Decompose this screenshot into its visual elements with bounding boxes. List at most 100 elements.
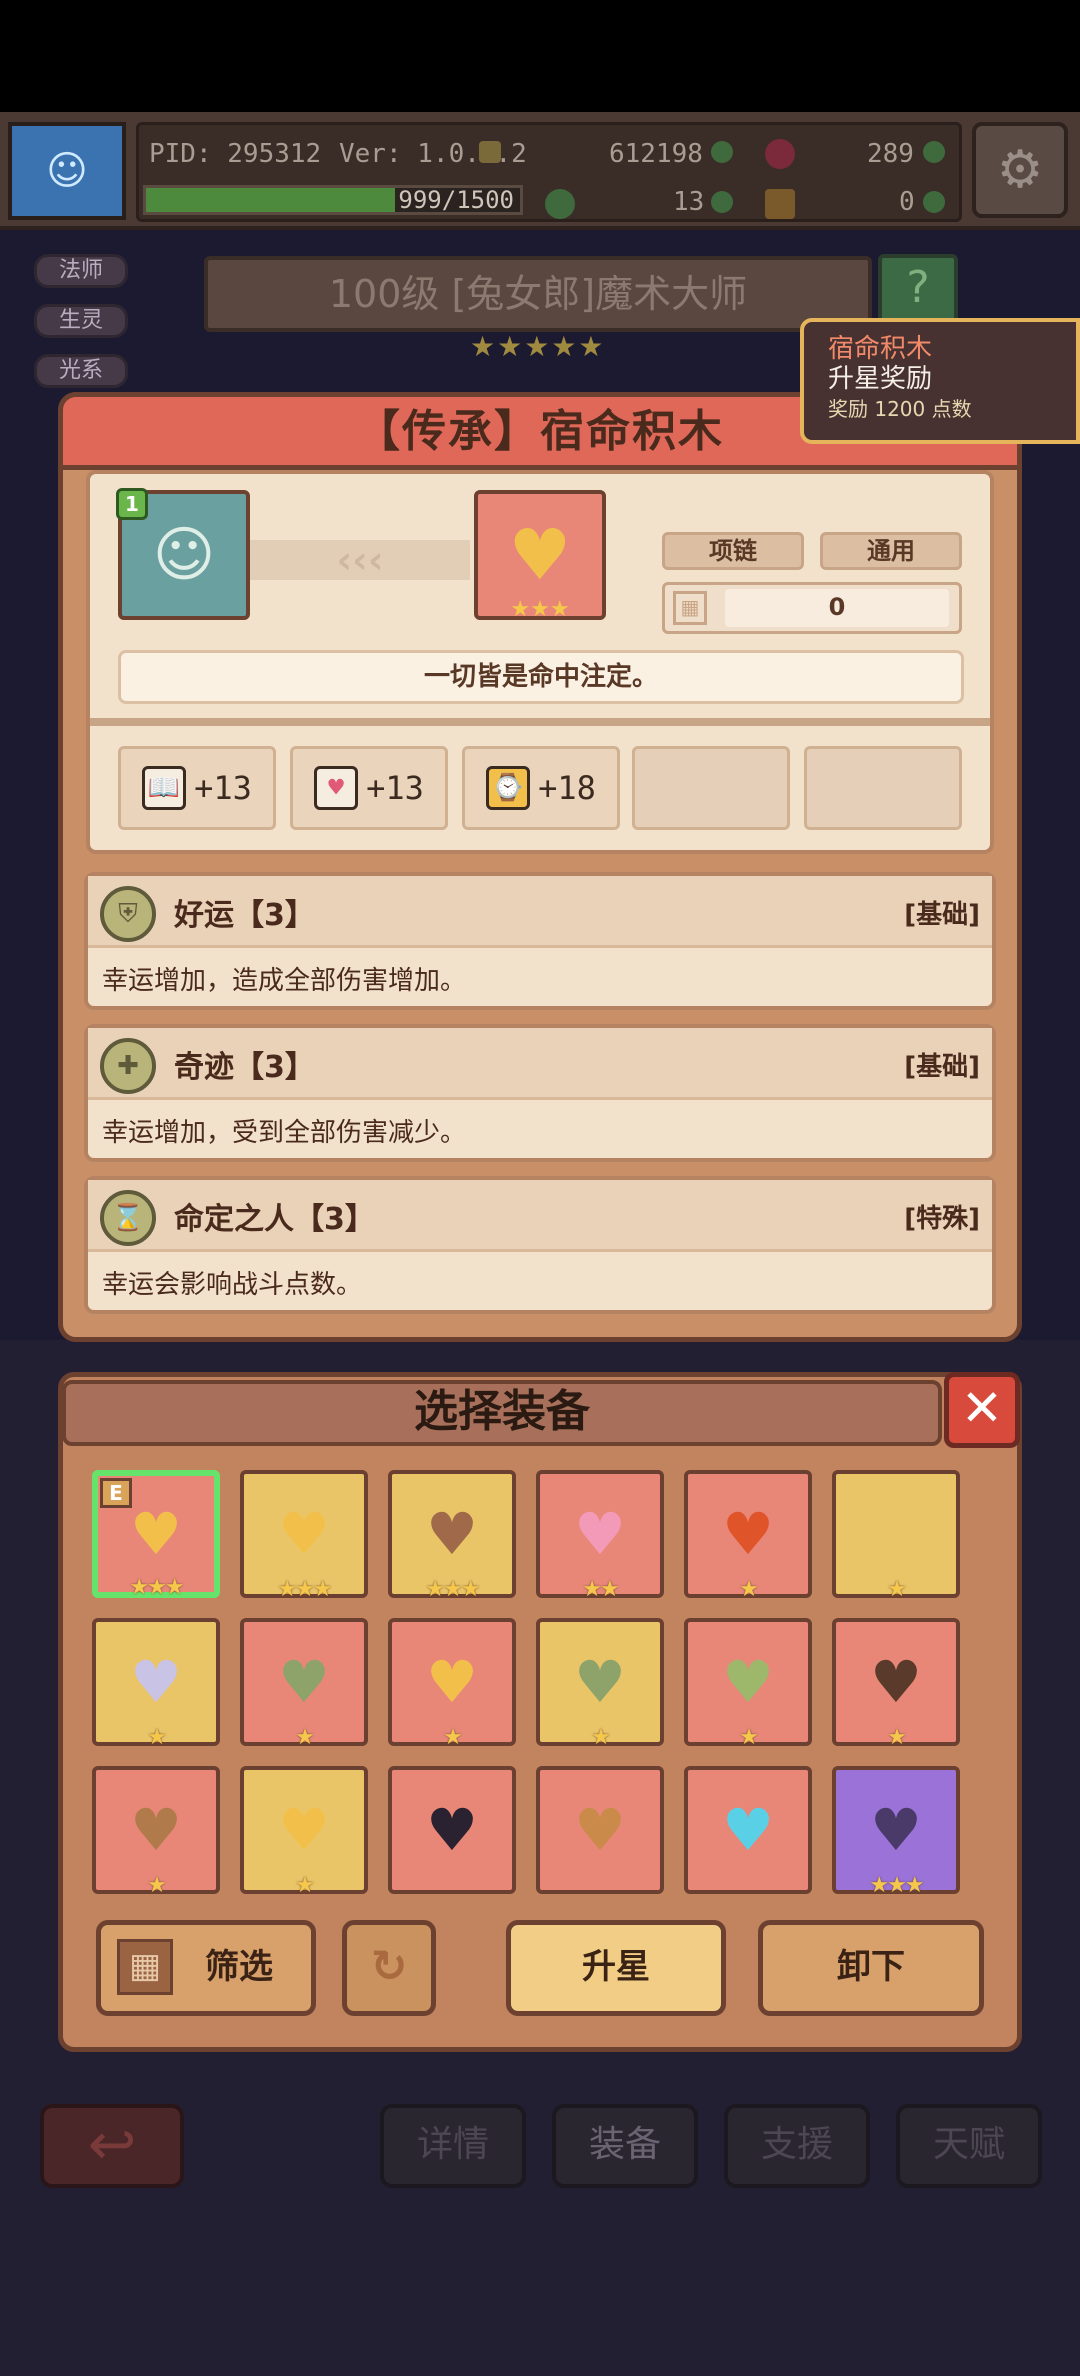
tag-element: 光系 — [34, 354, 128, 388]
skill-type: [特殊] — [904, 1204, 980, 1234]
book-icon: 📖 — [142, 766, 187, 810]
hero-portrait[interactable]: 1 ☺ — [116, 488, 250, 620]
equip-slot[interactable]: ♥ ★★★ — [388, 1470, 516, 1602]
item-quote: 一切皆是命中注定。 — [118, 650, 964, 704]
slot-stars: ★★★ — [277, 1577, 332, 1602]
item-stars: ★★★ — [510, 597, 570, 622]
coin-count: 612198 — [609, 139, 703, 169]
equip-slot[interactable]: ♥ ★ — [240, 1618, 368, 1750]
shield-icon: ⛨ — [100, 886, 156, 942]
item-icon: ♥ ★★★ — [474, 490, 606, 622]
equip-slot[interactable]: ♥ ★★★ E — [92, 1470, 220, 1600]
reward-desc: 奖励 1200 点数 — [828, 397, 972, 421]
help-icon[interactable]: ? — [878, 254, 958, 324]
equip-slot[interactable]: ♥ ★ — [388, 1618, 516, 1750]
slot-stars: ★ — [147, 1873, 167, 1898]
stat-empty-slot — [632, 746, 790, 830]
slot-stars: ★★ — [582, 1577, 619, 1602]
skill-desc: 幸运会影响战斗点数。 — [102, 1270, 363, 1300]
heart-icon: ♥ — [314, 766, 359, 810]
add-clover-icon[interactable] — [711, 191, 733, 213]
equip-slot[interactable]: ♥ ★ — [832, 1470, 960, 1602]
stat-book-value: +13 — [194, 769, 252, 807]
skill-type: [基础] — [904, 900, 980, 930]
equip-slot[interactable]: ♥ ★★★ — [240, 1470, 368, 1602]
slot-stars: ★★★ — [425, 1577, 480, 1602]
equip-slot[interactable]: ♥ ★ — [832, 1618, 960, 1750]
clover-icon — [545, 189, 575, 219]
equip-slot[interactable]: ♥ ★ — [684, 1618, 812, 1750]
skill-desc: 幸运增加，受到全部伤害减少。 — [102, 1118, 467, 1148]
equipped-badge: E — [100, 1478, 132, 1508]
equip-slot[interactable]: ♥ — [536, 1766, 664, 1894]
unequip-button[interactable]: 卸下 — [758, 1920, 984, 2016]
grid-icon: ▦ — [117, 1939, 173, 1995]
hero-level-badge: 1 — [116, 488, 148, 520]
item-count-box: ▦ 0 — [662, 582, 962, 634]
add-gem-icon[interactable] — [923, 141, 945, 163]
necklace-icon: ♥ — [426, 1648, 478, 1716]
necklace-icon: ♥ — [278, 1648, 330, 1716]
slot-stars: ★ — [591, 1725, 611, 1750]
necklace-icon: ♥ — [722, 1796, 774, 1864]
divider — [90, 718, 990, 726]
stamina-bar: 999/1500 — [143, 185, 523, 215]
add-tool-icon[interactable] — [923, 191, 945, 213]
player-info-box: PID: 295312 Ver: 1.0.1.2 612198 289 999/… — [136, 122, 962, 222]
skill-card: ⌛ 命定之人【3】 [特殊] 幸运会影响战斗点数。 — [84, 1176, 996, 1314]
reward-item-name: 宿命积木 — [828, 334, 933, 364]
necklace-icon: ♥ — [574, 1500, 626, 1568]
skill-desc: 幸运增加，造成全部伤害增加。 — [102, 966, 467, 996]
tab-details[interactable]: 详情 — [380, 2104, 526, 2188]
equip-slot[interactable]: ♥ — [388, 1766, 516, 1894]
filter-label: 筛选 — [205, 1947, 273, 1987]
equip-slot[interactable]: ♥ ★★ — [536, 1470, 664, 1602]
star-reward-popup: 宿命积木 升星奖励 奖励 1200 点数 — [800, 318, 1080, 444]
slot-stars: ★ — [739, 1577, 759, 1602]
close-icon[interactable]: ✕ — [944, 1372, 1020, 1448]
tab-support[interactable]: 支援 — [724, 2104, 870, 2188]
stamina-text: 999/1500 — [398, 186, 514, 214]
necklace-icon: ♥ — [426, 1796, 478, 1864]
skill-card: ✚ 奇迹【3】 [基础] 幸运增加，受到全部伤害减少。 — [84, 1024, 996, 1162]
box-icon: ▦ — [673, 591, 707, 625]
add-coin-icon[interactable] — [711, 141, 733, 163]
equip-slot[interactable]: ♥ ★ — [240, 1766, 368, 1898]
equip-panel-title: 选择装备 — [62, 1380, 942, 1446]
pid-label: PID: 295312 — [149, 139, 322, 169]
slot-stars: ★ — [739, 1725, 759, 1750]
refresh-icon[interactable]: ↻ — [342, 1920, 436, 2016]
stat-clock: ⌚ +18 — [462, 746, 620, 830]
equip-slot[interactable]: ♥ ★ — [536, 1618, 664, 1750]
equip-slot[interactable]: ♥ ★ — [92, 1766, 220, 1898]
star-up-button[interactable]: 升星 — [506, 1920, 726, 2016]
player-avatar[interactable]: ☺ — [8, 122, 126, 220]
slot-stars: ★ — [295, 1725, 315, 1750]
stat-book: 📖 +13 — [118, 746, 276, 830]
necklace-icon: ♥ — [574, 1648, 626, 1716]
necklace-icon: ♥ — [574, 1796, 626, 1864]
gem-count: 289 — [867, 139, 914, 169]
tab-talent[interactable]: 天赋 — [896, 2104, 1042, 2188]
necklace-icon: ♥ — [870, 1796, 922, 1864]
status-bar-area — [0, 0, 1080, 112]
back-arrow-icon[interactable]: ↩ — [40, 2104, 184, 2188]
clock-icon: ⌚ — [486, 766, 531, 810]
settings-gear-icon[interactable]: ⚙ — [972, 122, 1068, 218]
transfer-arrows-icon: ‹‹‹ — [250, 540, 470, 580]
filter-button[interactable]: ▦ 筛选 — [96, 1920, 316, 2016]
necklace-icon: ♥ — [722, 1648, 774, 1716]
equip-grid: ♥ ★★★ E ♥ ★★★ ♥ ★★★ ♥ ★★ ♥ ★ ♥ ★ ♥ ★ ♥ ★ ♥ ★ ♥ ★ ♥ ★ ♥ ★ ♥ ★ ♥ ★ ♥ ♥ ♥ ♥… — [92, 1470, 982, 1910]
slot-stars: ★★★ — [869, 1873, 924, 1898]
slot-stars: ★ — [443, 1725, 463, 1750]
equip-slot[interactable]: ♥ ★ — [684, 1470, 812, 1602]
necklace-icon: ♥ — [870, 1500, 922, 1568]
stat-heart: ♥ +13 — [290, 746, 448, 830]
necklace-icon: ♥ — [130, 1648, 182, 1716]
necklace-icon: ♥ — [722, 1500, 774, 1568]
equip-slot[interactable]: ♥ ★ — [92, 1618, 220, 1750]
equip-slot[interactable]: ♥ ★★★ — [832, 1766, 960, 1898]
tab-equipment[interactable]: 装备 — [552, 2104, 698, 2188]
equip-slot[interactable]: ♥ — [684, 1766, 812, 1894]
gem-icon — [765, 139, 795, 169]
